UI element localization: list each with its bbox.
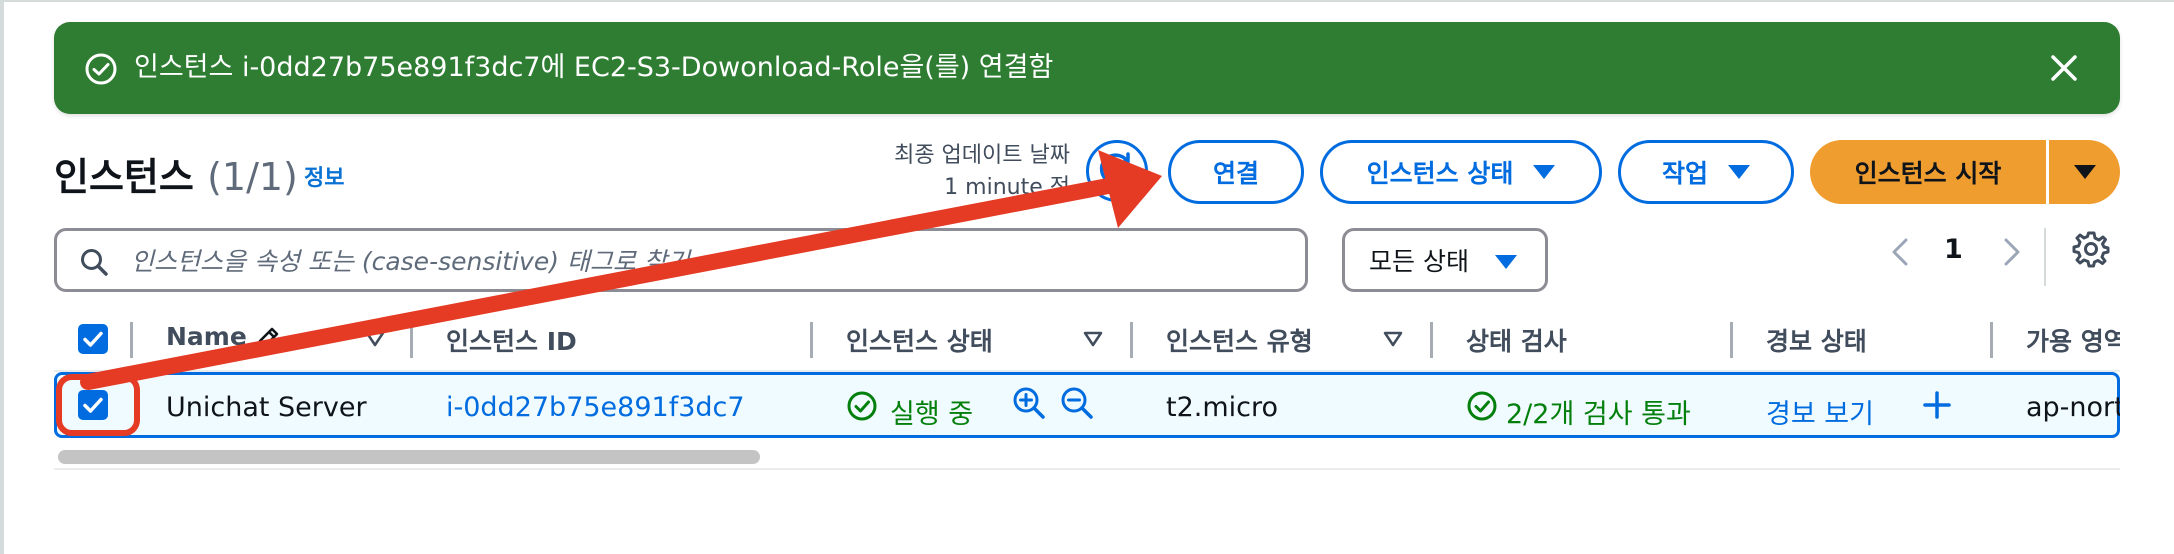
connect-button[interactable]: 연결 [1168, 140, 1304, 204]
caret-down-icon [2073, 165, 2096, 179]
chevron-right-icon[interactable] [2000, 236, 2024, 268]
actions-label: 작업 [1661, 159, 1708, 188]
caret-down-icon [1728, 165, 1750, 179]
column-divider [1130, 322, 1133, 358]
instance-id-link[interactable]: i-0dd27b75e891f3dc7 [446, 392, 745, 423]
close-icon[interactable] [2044, 48, 2084, 88]
launch-dropdown-button[interactable] [2049, 140, 2120, 204]
search-icon [81, 249, 108, 276]
column-divider [410, 322, 413, 358]
column-header-instance-state[interactable]: 인스턴스 상태 [846, 322, 993, 358]
title-text: 인스턴스 [54, 155, 194, 199]
chevron-left-icon[interactable] [1888, 236, 1912, 268]
page-number[interactable]: 1 [1944, 234, 1963, 265]
selection-count: (1/1) [207, 155, 298, 199]
view-alarms-link[interactable]: 경보 보기 [1766, 392, 1874, 431]
launch-instances-button[interactable]: 인스턴스 시작 [1810, 140, 2046, 204]
column-header-instance-type[interactable]: 인스턴스 유형 [1166, 322, 1313, 358]
scrollbar-thumb[interactable] [58, 450, 760, 464]
sort-caret-icon[interactable] [1082, 330, 1104, 348]
column-header-alarm-status[interactable]: 경보 상태 [1766, 322, 1867, 358]
column-header-name[interactable]: Name [166, 322, 247, 351]
caret-down-icon [1495, 255, 1517, 269]
instance-state-value: 실행 중 [890, 399, 974, 430]
search-input[interactable] [129, 239, 1293, 283]
column-header-instance-id[interactable]: 인스턴스 ID [446, 322, 577, 358]
connect-label: 연결 [1212, 159, 1259, 188]
frame-left-border [0, 0, 4, 554]
plus-icon[interactable] [1922, 390, 1952, 420]
column-divider [1430, 322, 1433, 358]
launch-instances-split-button: 인스턴스 시작 [1810, 140, 2120, 204]
instance-state-button[interactable]: 인스턴스 상태 [1320, 140, 1602, 204]
search-field [54, 228, 1308, 292]
annotation-highlight-box [56, 374, 140, 436]
select-all-checkbox[interactable] [78, 324, 108, 354]
info-link[interactable]: 정보 [304, 160, 344, 192]
frame-top-border [0, 0, 2174, 2]
actions-button[interactable]: 작업 [1618, 140, 1794, 204]
success-flash-banner: 인스턴스 i-0dd27b75e891f3dc7에 EC2-S3-Dowonlo… [54, 22, 2120, 114]
caret-down-icon [1533, 165, 1556, 179]
check-icon [83, 331, 103, 347]
pager-divider [2044, 228, 2046, 286]
instance-type-value: t2.micro [1166, 392, 1279, 423]
check-circle-icon [85, 53, 117, 85]
instance-state-label: 인스턴스 상태 [1366, 159, 1514, 188]
last-update: 최종 업데이트 날짜 1 minute 전 [880, 140, 1070, 204]
last-update-label: 최종 업데이트 날짜 [894, 143, 1070, 168]
refresh-button[interactable] [1086, 140, 1148, 202]
check-circle-icon [847, 391, 877, 421]
flash-message: 인스턴스 i-0dd27b75e891f3dc7에 EC2-S3-Dowonlo… [134, 52, 1054, 83]
column-divider [810, 322, 813, 358]
column-divider [130, 322, 133, 358]
column-header-status-check[interactable]: 상태 검사 [1466, 322, 1567, 358]
column-header-availability-zone[interactable]: 가용 영역 [2026, 322, 2120, 358]
launch-label: 인스턴스 시작 [1854, 159, 2002, 188]
zoom-in-icon[interactable] [1012, 386, 1046, 420]
sort-caret-icon[interactable] [1382, 330, 1404, 348]
availability-zone-value: ap-north [2026, 392, 2120, 423]
instance-name: Unichat Server [166, 392, 367, 423]
page-title: 인스턴스 (1/1) [54, 146, 298, 201]
sort-caret-icon[interactable] [364, 330, 386, 348]
column-divider [1730, 322, 1733, 358]
pencil-icon [256, 327, 279, 350]
refresh-icon [1099, 152, 1131, 185]
column-divider [1990, 322, 1993, 358]
status-filter-select[interactable]: 모든 상태 [1342, 228, 1548, 292]
zoom-out-icon[interactable] [1060, 386, 1094, 420]
gear-icon[interactable] [2072, 230, 2110, 268]
last-update-value: 1 minute 전 [944, 175, 1070, 200]
status-check-value: 2/2개 검사 통과 [1506, 399, 1691, 430]
check-circle-icon [1467, 391, 1497, 421]
status-filter-value: 모든 상태 [1369, 247, 1469, 276]
